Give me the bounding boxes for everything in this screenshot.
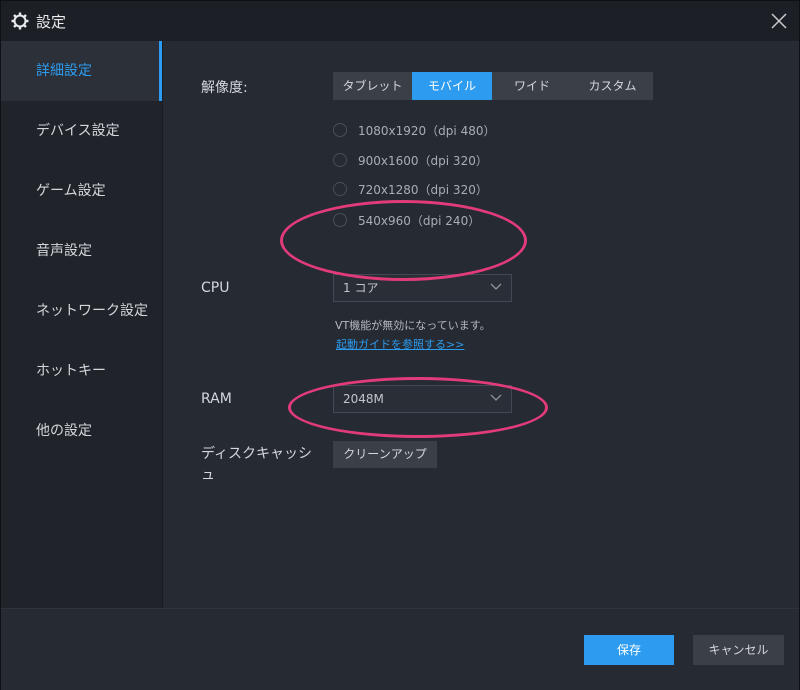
cleanup-button[interactable]: クリーンアップ xyxy=(333,441,437,468)
chevron-down-icon xyxy=(490,394,502,401)
chevron-down-icon xyxy=(490,283,502,290)
settings-content: 解像度: タブレット モバイル ワイド カスタム 1080x1920（dpi 4… xyxy=(163,41,799,608)
radio-button[interactable] xyxy=(333,123,347,137)
disk-cache-label-line1: ディスクキャッシ xyxy=(201,446,313,462)
cpu-label: CPU xyxy=(201,280,230,296)
sidebar-item-audio[interactable]: 音声設定 xyxy=(1,221,162,281)
disk-cache-label: ディスクキャッシ ュ xyxy=(201,444,312,486)
tab-wide[interactable]: ワイド xyxy=(492,72,572,100)
disk-cache-label-line2: ュ xyxy=(201,467,215,483)
resolution-option-label: 540x960（dpi 240） xyxy=(358,213,481,228)
sidebar-item-game[interactable]: ゲーム設定 xyxy=(1,161,162,221)
resolution-option-540[interactable]: 540x960（dpi 240） xyxy=(333,210,480,230)
gear-icon xyxy=(11,12,29,30)
resolution-option-720[interactable]: 720x1280（dpi 320） xyxy=(333,179,488,199)
dialog-footer: 保存 キャンセル xyxy=(1,608,799,690)
resolution-option-label: 900x1600（dpi 320） xyxy=(358,153,488,168)
vt-disabled-note: VT機能が無効になっています。 xyxy=(335,319,491,332)
title-bar: 設定 xyxy=(1,1,799,41)
ram-select-value: 2048M xyxy=(343,392,384,406)
window-title: 設定 xyxy=(36,13,67,31)
radio-button[interactable] xyxy=(333,182,347,196)
cpu-select[interactable]: 1 コア xyxy=(333,274,512,302)
ram-label: RAM xyxy=(201,391,232,407)
sidebar-item-hotkeys[interactable]: ホットキー xyxy=(1,341,162,401)
resolution-option-label: 1080x1920（dpi 480） xyxy=(358,123,496,138)
cpu-select-value: 1 コア xyxy=(343,281,379,295)
sidebar-item-other[interactable]: 他の設定 xyxy=(1,401,162,461)
sidebar-item-device[interactable]: デバイス設定 xyxy=(1,101,162,161)
sidebar-item-network[interactable]: ネットワーク設定 xyxy=(1,281,162,341)
tab-custom[interactable]: カスタム xyxy=(572,72,653,100)
startup-guide-link[interactable]: 起動ガイドを参照する>> xyxy=(336,336,464,352)
resolution-tabs: タブレット モバイル ワイド カスタム xyxy=(333,72,653,100)
resolution-option-label: 720x1280（dpi 320） xyxy=(358,182,488,197)
tab-tablet[interactable]: タブレット xyxy=(333,72,412,100)
resolution-label: 解像度: xyxy=(201,80,248,96)
close-icon[interactable] xyxy=(769,11,789,31)
ram-select[interactable]: 2048M xyxy=(333,385,512,413)
sidebar-item-advanced[interactable]: 詳細設定 xyxy=(1,41,162,101)
tab-mobile[interactable]: モバイル xyxy=(412,72,492,100)
resolution-option-1080[interactable]: 1080x1920（dpi 480） xyxy=(333,120,495,140)
radio-button[interactable] xyxy=(333,213,347,227)
save-button[interactable]: 保存 xyxy=(584,635,674,665)
settings-window: 設定 詳細設定 デバイス設定 ゲーム設定 音声設定 ネットワーク設定 ホットキー… xyxy=(0,0,800,690)
cancel-button[interactable]: キャンセル xyxy=(693,635,784,665)
resolution-option-900[interactable]: 900x1600（dpi 320） xyxy=(333,150,488,170)
radio-button[interactable] xyxy=(333,153,347,167)
settings-sidebar: 詳細設定 デバイス設定 ゲーム設定 音声設定 ネットワーク設定 ホットキー 他の… xyxy=(1,41,163,608)
